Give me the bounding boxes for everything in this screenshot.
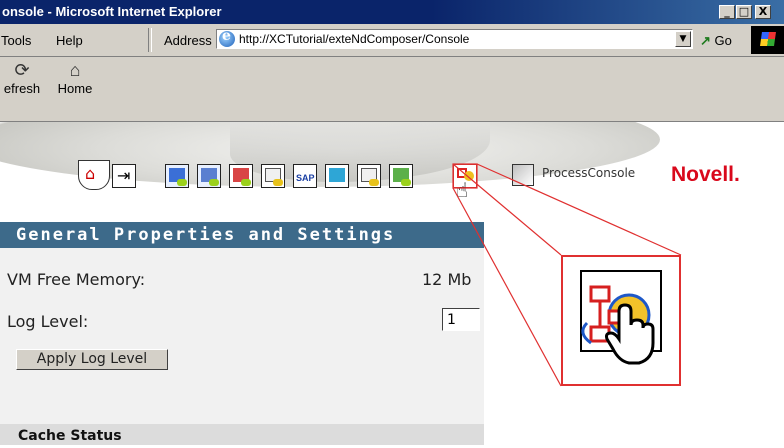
zoomed-process-flow-icon (561, 255, 681, 386)
callout-line-bottom (452, 187, 562, 387)
zoomed-icon-graphic (580, 270, 662, 365)
